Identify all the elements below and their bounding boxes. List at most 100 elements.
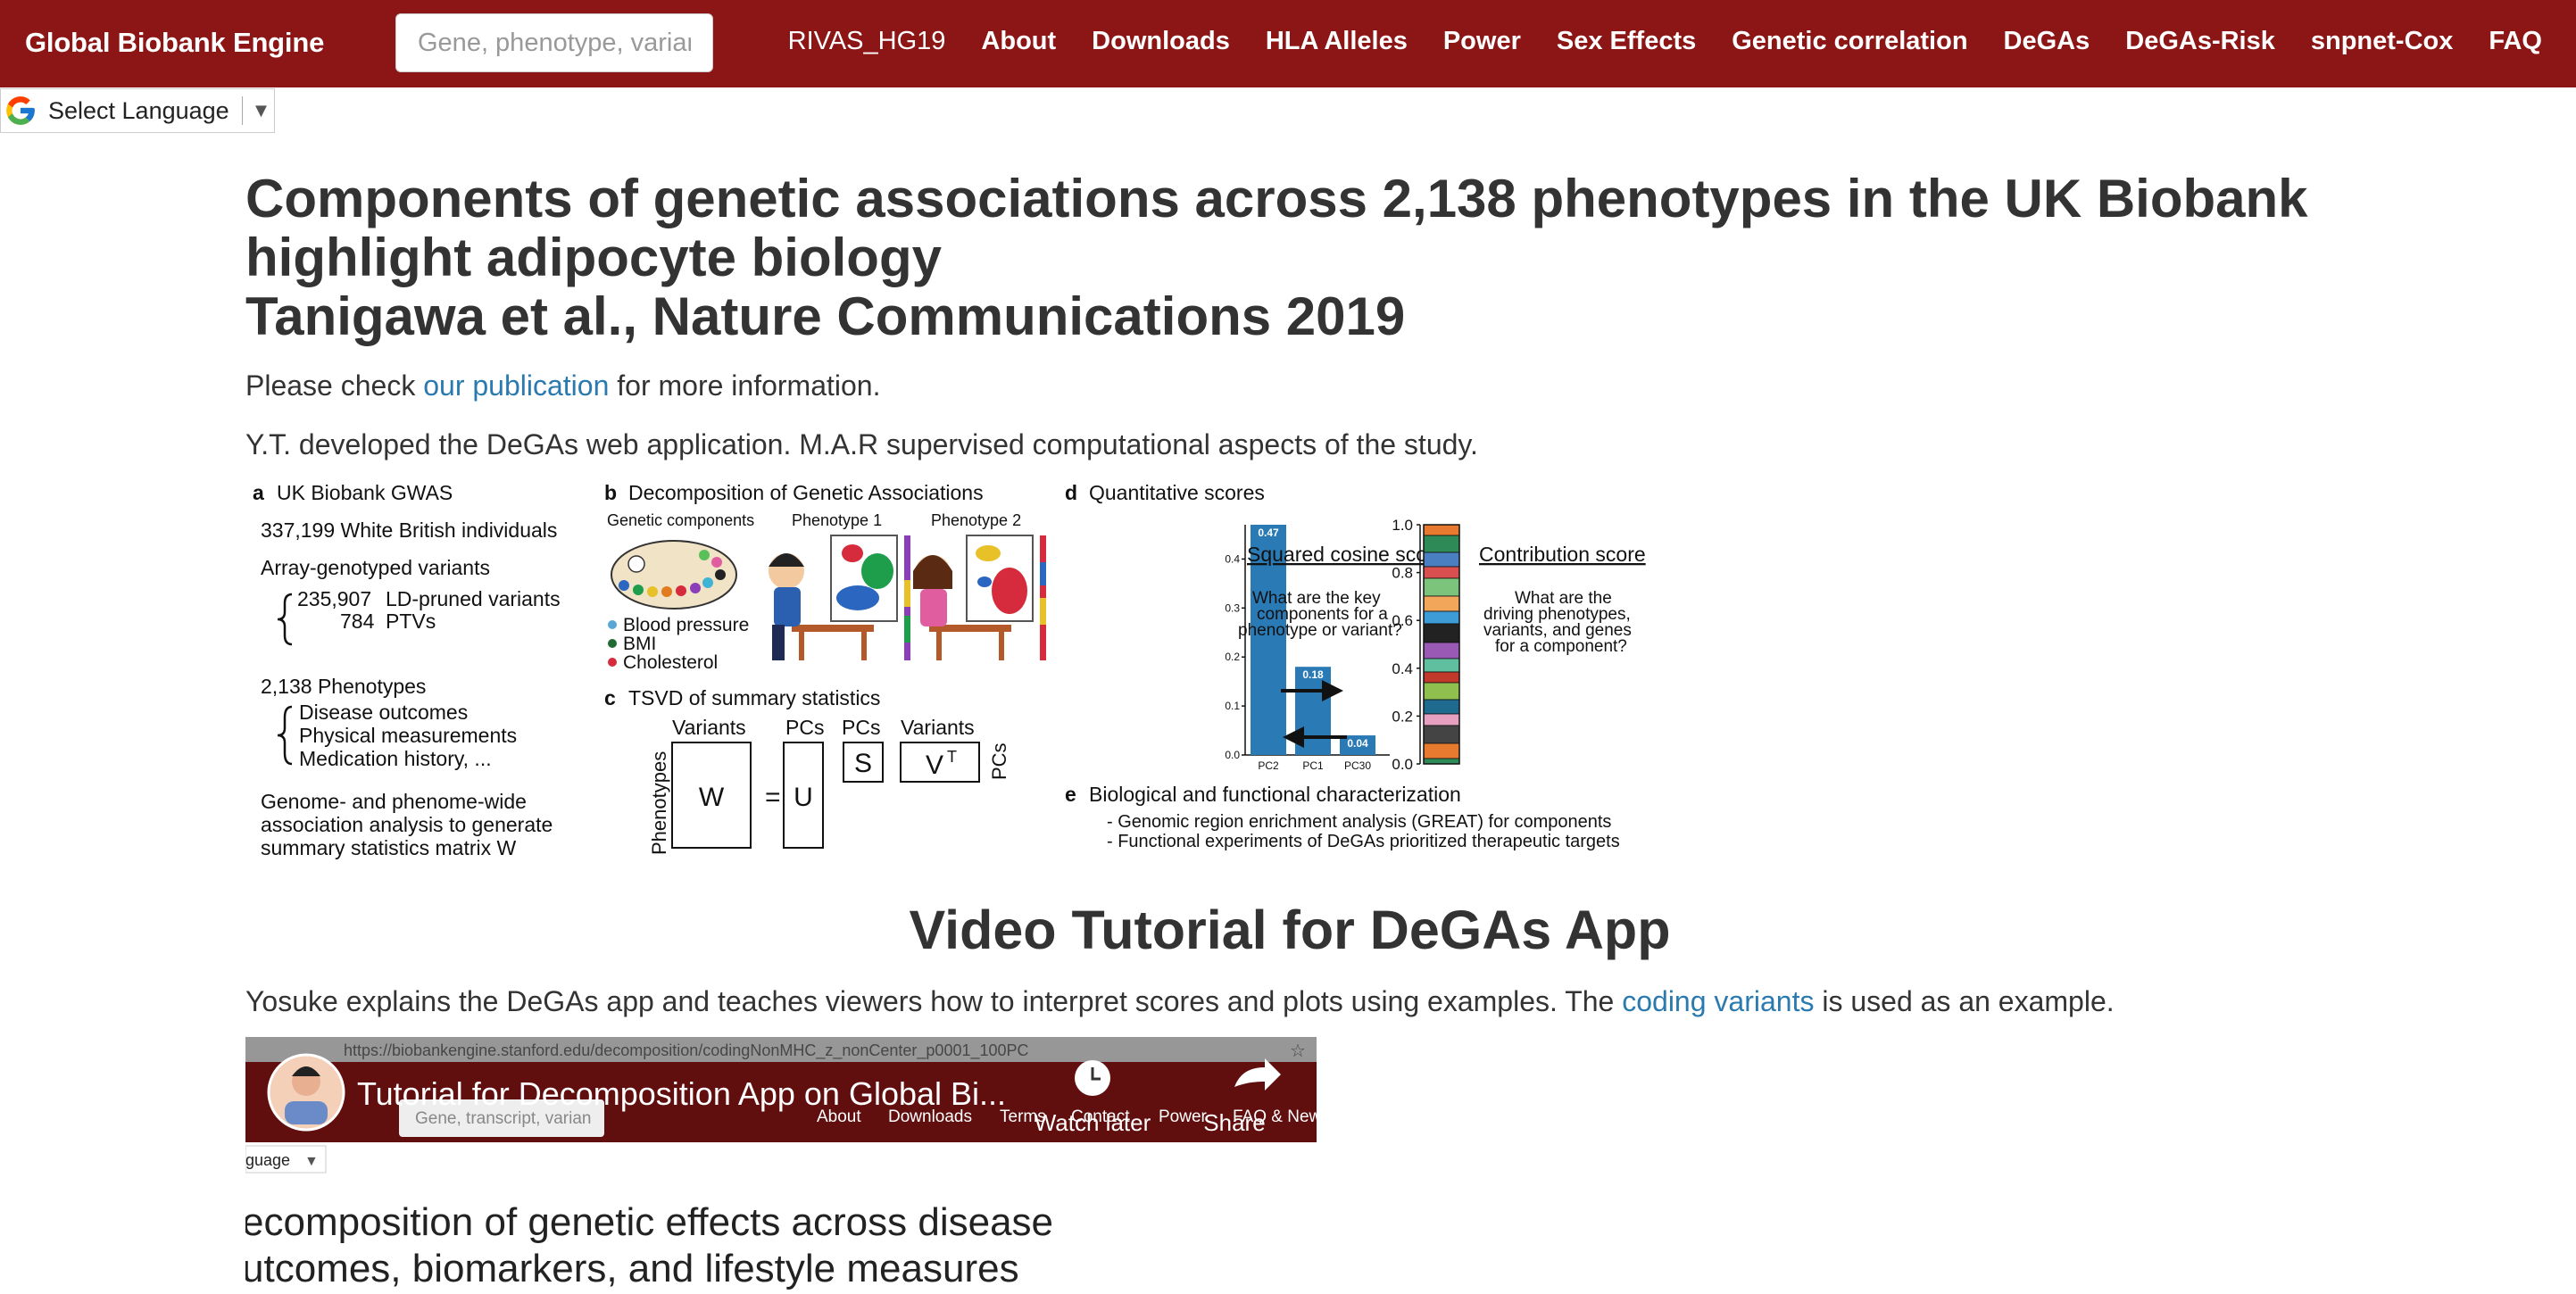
page-title: Components of genetic associations acros… (245, 170, 2388, 346)
ld-count: 235,907 (297, 587, 371, 610)
video-nav-power: Power (1159, 1107, 1208, 1126)
legend-bmi: BMI (623, 634, 656, 654)
contribution-segment (1423, 566, 1460, 579)
panel-b-title: Decomposition of Genetic Associations (628, 482, 984, 504)
google-g-icon (6, 96, 35, 125)
contribution-ytick-label: 0.0 (1392, 756, 1413, 773)
cosine-category-label: PC30 (1344, 759, 1371, 772)
panel-e: e Biological and functional characteriza… (1065, 783, 1620, 851)
cosine-score-title: Squared cosine score (1247, 543, 1445, 566)
phenotype-medication: Medication history, ... (299, 747, 492, 770)
search-input[interactable] (395, 13, 713, 72)
brand-link[interactable]: Global Biobank Engine (25, 27, 324, 59)
contribution-ytick-label: 0.8 (1392, 565, 1413, 582)
video-embed[interactable]: https://biobankengine.stanford.edu/decom… (245, 1037, 1317, 1294)
language-divider (241, 96, 243, 125)
matrix-u-symbol: U (794, 783, 813, 812)
genome-line-1: Genome- and phenome-wide (261, 790, 527, 813)
phenotype-disease: Disease outcomes (299, 701, 468, 724)
cosine-category-label: PC2 (1258, 759, 1279, 772)
contribution-score-title: Contribution score (1479, 543, 1646, 566)
matrix-pcs-label: PCs (785, 716, 824, 739)
credits-text: Y.T. developed the DeGAs web application… (245, 428, 1478, 460)
matrix-phenotypes-label: Phenotypes (648, 751, 670, 855)
dropdown-arrow-icon: ▼ (251, 99, 271, 121)
nav-link-degas-risk[interactable]: DeGAs-Risk (2125, 27, 2275, 56)
nav-link-snpnet-cox[interactable]: snpnet-Cox (2311, 27, 2454, 56)
ld-label: LD-pruned variants (386, 587, 561, 610)
matrix-s-symbol: S (854, 749, 872, 778)
contribution-ytick-label: 0.6 (1392, 612, 1413, 629)
panel-a-individuals: 337,199 White British individuals (261, 518, 557, 542)
nav-link-faq[interactable]: FAQ (2489, 27, 2542, 56)
top-navbar: Global Biobank Engine RIVAS_HG19 About D… (0, 0, 2576, 87)
phenotype-1-label: Phenotype 1 (792, 511, 882, 529)
nav-link-rivas-hg19[interactable]: RIVAS_HG19 (788, 27, 946, 56)
brace-icon (277, 705, 293, 766)
ptv-count: 784 (340, 610, 375, 633)
publication-note: Please check our publication for more in… (245, 369, 880, 402)
nav-link-sex-effects[interactable]: Sex Effects (1557, 27, 1696, 56)
contribution-segment (1423, 623, 1460, 643)
title-line-3: Tanigawa et al., Nature Communications 2… (245, 286, 1406, 346)
transpose-symbol: T (947, 748, 957, 766)
nav-link-about[interactable]: About (981, 27, 1056, 56)
legend-dot-bp (608, 620, 617, 629)
video-headline-1: ecomposition of genetic effects across d… (245, 1200, 1053, 1244)
cosine-bar-value: 0.18 (1302, 668, 1324, 681)
nav-link-genetic-correlation[interactable]: Genetic correlation (1732, 27, 1967, 56)
contribution-segment (1423, 595, 1460, 612)
contribution-segment (1423, 577, 1460, 597)
clock-icon (1075, 1060, 1110, 1096)
panel-e-item-1: - Genomic region enrichment analysis (GR… (1107, 812, 1611, 832)
contribution-segment (1423, 671, 1460, 684)
panel-e-item-2: - Functional experiments of DeGAs priori… (1107, 832, 1620, 851)
watch-later-label: Watch later (1035, 1109, 1151, 1136)
panel-d-letter: d (1065, 482, 1077, 504)
title-line-1: Components of genetic associations acros… (245, 169, 2308, 228)
video-site-search-placeholder: Gene, transcript, varian (415, 1109, 591, 1128)
panel-e-letter: e (1065, 783, 1076, 806)
matrix-v-symbol: V (926, 751, 943, 780)
ptv-label: PTVs (386, 610, 436, 633)
cosine-ytick-label: 0.0 (1225, 749, 1240, 761)
cosine-ytick-label: 0.3 (1225, 601, 1240, 614)
panel-d: d Quantitative scores 0.0 0.1 0.2 0.3 0.4 0.4… (1065, 482, 1646, 773)
nav-link-downloads[interactable]: Downloads (1092, 27, 1230, 56)
contribution-segment (1423, 713, 1460, 726)
video-description-post: is used as an example. (1814, 985, 2115, 1017)
contribution-segment (1423, 552, 1460, 568)
palette-icon (611, 540, 737, 610)
video-headline-2: utcomes, biomarkers, and lifestyle measu… (245, 1247, 1019, 1290)
phenotype-2-label: Phenotype 2 (931, 511, 1021, 529)
nav-link-degas[interactable]: DeGAs (2004, 27, 2090, 56)
painter-boy-icon (769, 535, 910, 660)
matrix-w-symbol: W (699, 783, 725, 812)
contribution-segment (1423, 642, 1460, 659)
language-selector[interactable]: Select Language ▼ (0, 88, 275, 133)
matrix-pcs-label-2: PCs (842, 716, 880, 739)
cosine-bar-value: 0.47 (1258, 527, 1279, 539)
contribution-segment (1423, 535, 1460, 553)
nav-link-hla-alleles[interactable]: HLA Alleles (1266, 27, 1408, 56)
contribution-segment (1423, 699, 1460, 715)
share-label: Share (1203, 1109, 1265, 1136)
video-description: Yosuke explains the DeGAs app and teache… (245, 985, 2115, 1018)
contribution-question-4: for a component? (1495, 637, 1627, 656)
publication-link[interactable]: our publication (423, 369, 609, 402)
panel-a-title: UK Biobank GWAS (277, 482, 453, 504)
cosine-ytick-label: 0.2 (1225, 651, 1240, 663)
contribution-ytick-label: 0.4 (1392, 660, 1413, 677)
coding-variants-link[interactable]: coding variants (1622, 985, 1814, 1017)
nav-link-power[interactable]: Power (1443, 27, 1521, 56)
contribution-segment (1423, 658, 1460, 673)
equals-symbol: = (765, 783, 781, 812)
degas-overview-figure: a UK Biobank GWAS 337,199 White British … (253, 482, 1646, 859)
legend-dot-chol (608, 658, 617, 667)
video-title: Tutorial for Decomposition App on Global… (357, 1075, 1006, 1112)
brace-icon (277, 593, 293, 646)
contribution-segment (1423, 725, 1460, 744)
genetic-components-label: Genetic components (607, 511, 754, 529)
language-label: Select Language (48, 96, 229, 124)
legend-cholesterol: Cholesterol (623, 652, 718, 673)
